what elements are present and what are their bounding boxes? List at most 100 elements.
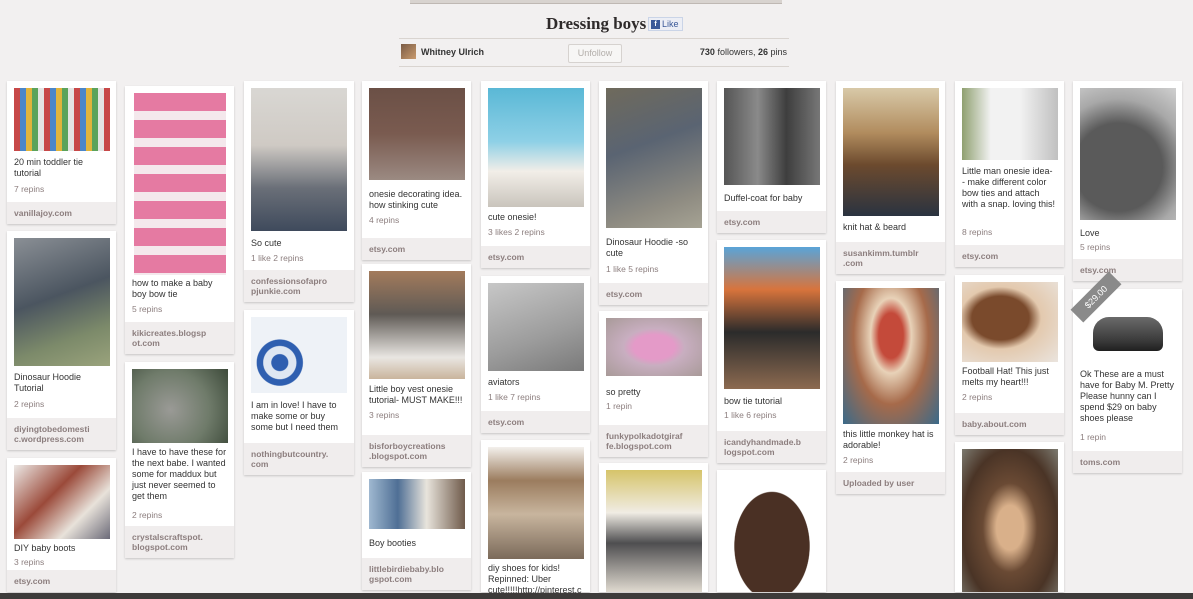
pin-stats: 1 like 6 repins [724,410,777,420]
pin-image[interactable] [251,88,347,231]
pin-card[interactable]: Ok These are a must have for Baby M. Pre… [1073,289,1182,473]
board-header: Dressing boys f Like Whitney Ulrich Unfo… [0,0,1193,70]
pin-source[interactable]: kikicreates.blogsp ot.com [125,322,234,354]
pin-image[interactable] [14,88,110,151]
pin-image[interactable] [134,93,226,275]
pin-card[interactable]: onesie decorating idea. how stinking cut… [362,81,471,260]
pin-description: how to make a baby boy bow tie [132,278,213,299]
pin-card[interactable]: Little boy vest onesie tutorial- MUST MA… [362,264,471,467]
facebook-like-button[interactable]: f Like [648,17,683,31]
pin-image[interactable] [606,318,702,376]
pin-image[interactable] [251,317,347,393]
pin-source[interactable]: etsy.com [599,283,708,305]
pin-card[interactable]: how to make a baby boy bow tie 5 repins … [125,86,234,354]
pin-source[interactable]: etsy.com [481,246,590,268]
pin-image[interactable] [843,288,939,424]
unfollow-button[interactable]: Unfollow [568,44,622,63]
pin-image[interactable] [1080,88,1176,220]
pin-image[interactable] [369,88,465,180]
pin-description: cute onesie! [488,212,537,222]
pin-stats: 1 repin [606,401,632,411]
pin-image[interactable] [962,88,1058,160]
pin-description: Ok These are a must have for Baby M. Pre… [1080,369,1175,423]
pin-card[interactable]: so pretty 1 repin funkypolkadotgiraf fe.… [599,311,708,457]
pin-card[interactable]: knit hat & beard susankimm.tumblr .com [836,81,945,274]
pin-image[interactable] [962,282,1058,362]
pin-source[interactable]: vanillajoy.com [7,202,116,224]
pin-card[interactable]: Dinosaur Hoodie Tutorial 2 repins diying… [7,231,116,450]
pin-stats: 2 repins [962,392,993,402]
pin-description: DIY baby boots [14,543,76,553]
pin-source[interactable]: crystalscraftspot. blogspot.com [125,526,234,558]
pin-card[interactable]: Boy booties littlebirdiebaby.blo gspot.c… [362,472,471,590]
pin-source[interactable]: funkypolkadotgiraf fe.blogspot.com [599,425,708,457]
pin-source[interactable]: littlebirdiebaby.blo gspot.com [362,558,471,590]
pin-image[interactable] [14,465,110,539]
pin-card[interactable]: Little man onesie idea- - make different… [955,81,1064,267]
pin-card[interactable]: 20 min toddler tie tutorial 7 repins van… [7,81,116,224]
pin-stats: 2 repins [14,399,45,409]
pin-source[interactable]: etsy.com [7,570,116,592]
pin-card[interactable] [717,470,826,592]
pin-card[interactable]: I have to have these for the next babe. … [125,362,234,558]
pin-source[interactable]: nothingbutcountry. com [244,443,354,475]
pin-card[interactable]: Dinosaur Hoodie -so cute 1 like 5 repins… [599,81,708,305]
pin-card[interactable]: Love 5 repins etsy.com [1073,81,1182,281]
pin-source[interactable]: baby.about.com [955,413,1064,435]
pin-stats: 7 repins [14,184,45,194]
owner-name[interactable]: Whitney Ulrich [421,47,484,57]
pin-image[interactable] [724,477,820,592]
pin-card[interactable]: DIY baby boots 3 repins etsy.com [7,458,116,592]
pin-card[interactable]: So cute 1 like 2 repins confessionsofapr… [244,81,354,302]
pin-description: So cute [251,238,282,248]
pin-image[interactable] [606,470,702,592]
pin-description: Duffel-coat for baby [724,193,803,203]
pin-stats: 1 like 5 repins [606,264,659,274]
pin-card[interactable]: Duffel-coat for baby etsy.com [717,81,826,233]
pin-image[interactable] [488,447,584,559]
pin-source[interactable]: etsy.com [955,245,1064,267]
pin-card[interactable]: diy shoes for kids! Repinned: Uber cute!… [481,440,590,595]
pin-source[interactable]: etsy.com [1073,259,1182,281]
pin-card[interactable]: cute onesie! 3 likes 2 repins etsy.com [481,81,590,268]
pin-card[interactable] [955,442,1064,592]
bottom-image-strip [0,593,1193,599]
pin-card[interactable]: I am in love! I have to make some or buy… [244,310,354,475]
pin-image[interactable] [369,479,465,529]
pin-source[interactable]: confessionsofapro pjunkie.com [244,270,354,302]
pin-card[interactable] [599,463,708,592]
pin-image[interactable] [14,238,110,366]
pin-source[interactable]: etsy.com [362,238,471,260]
pin-image[interactable] [724,247,820,389]
pin-source[interactable]: etsy.com [481,411,590,433]
pin-card[interactable]: aviators 1 like 7 repins etsy.com [481,276,590,433]
pin-image[interactable] [1093,317,1163,351]
pin-image[interactable] [962,449,1058,592]
pin-source[interactable]: etsy.com [717,211,826,233]
pin-image[interactable] [488,283,584,371]
pin-image[interactable] [488,88,584,207]
pin-description: so pretty [606,387,641,397]
pin-card[interactable]: this little monkey hat is adorable! 2 re… [836,281,945,494]
pin-card[interactable]: bow tie tutorial 1 like 6 repins icandyh… [717,240,826,463]
pin-image[interactable] [369,271,465,379]
pin-description: diy shoes for kids! Repinned: Uber cute!… [488,563,582,595]
pin-image[interactable] [724,88,820,185]
pin-source[interactable]: susankimm.tumblr .com [836,242,945,274]
pin-image[interactable] [606,88,702,228]
pin-description: Love [1080,228,1100,238]
pin-description: I have to have these for the next babe. … [132,447,227,501]
pin-source[interactable]: bisforboycreations .blogspot.com [362,435,471,467]
pin-source[interactable]: diyingtobedomesti c.wordpress.com [7,418,116,450]
pin-stats: 3 repins [14,557,45,567]
pin-stats: 5 repins [132,304,163,314]
avatar[interactable] [401,44,416,59]
pin-description: bow tie tutorial [724,396,783,406]
pin-image[interactable] [843,88,939,216]
owner-bar: Whitney Ulrich Unfollow 730 followers, 2… [399,38,789,67]
pin-card[interactable]: Football Hat! This just melts my heart!!… [955,275,1064,435]
pin-image[interactable] [132,369,228,443]
pin-source[interactable]: toms.com [1073,451,1182,473]
pin-source[interactable]: icandyhandmade.b logspot.com [717,431,826,463]
pin-source[interactable]: Uploaded by user [836,472,945,494]
